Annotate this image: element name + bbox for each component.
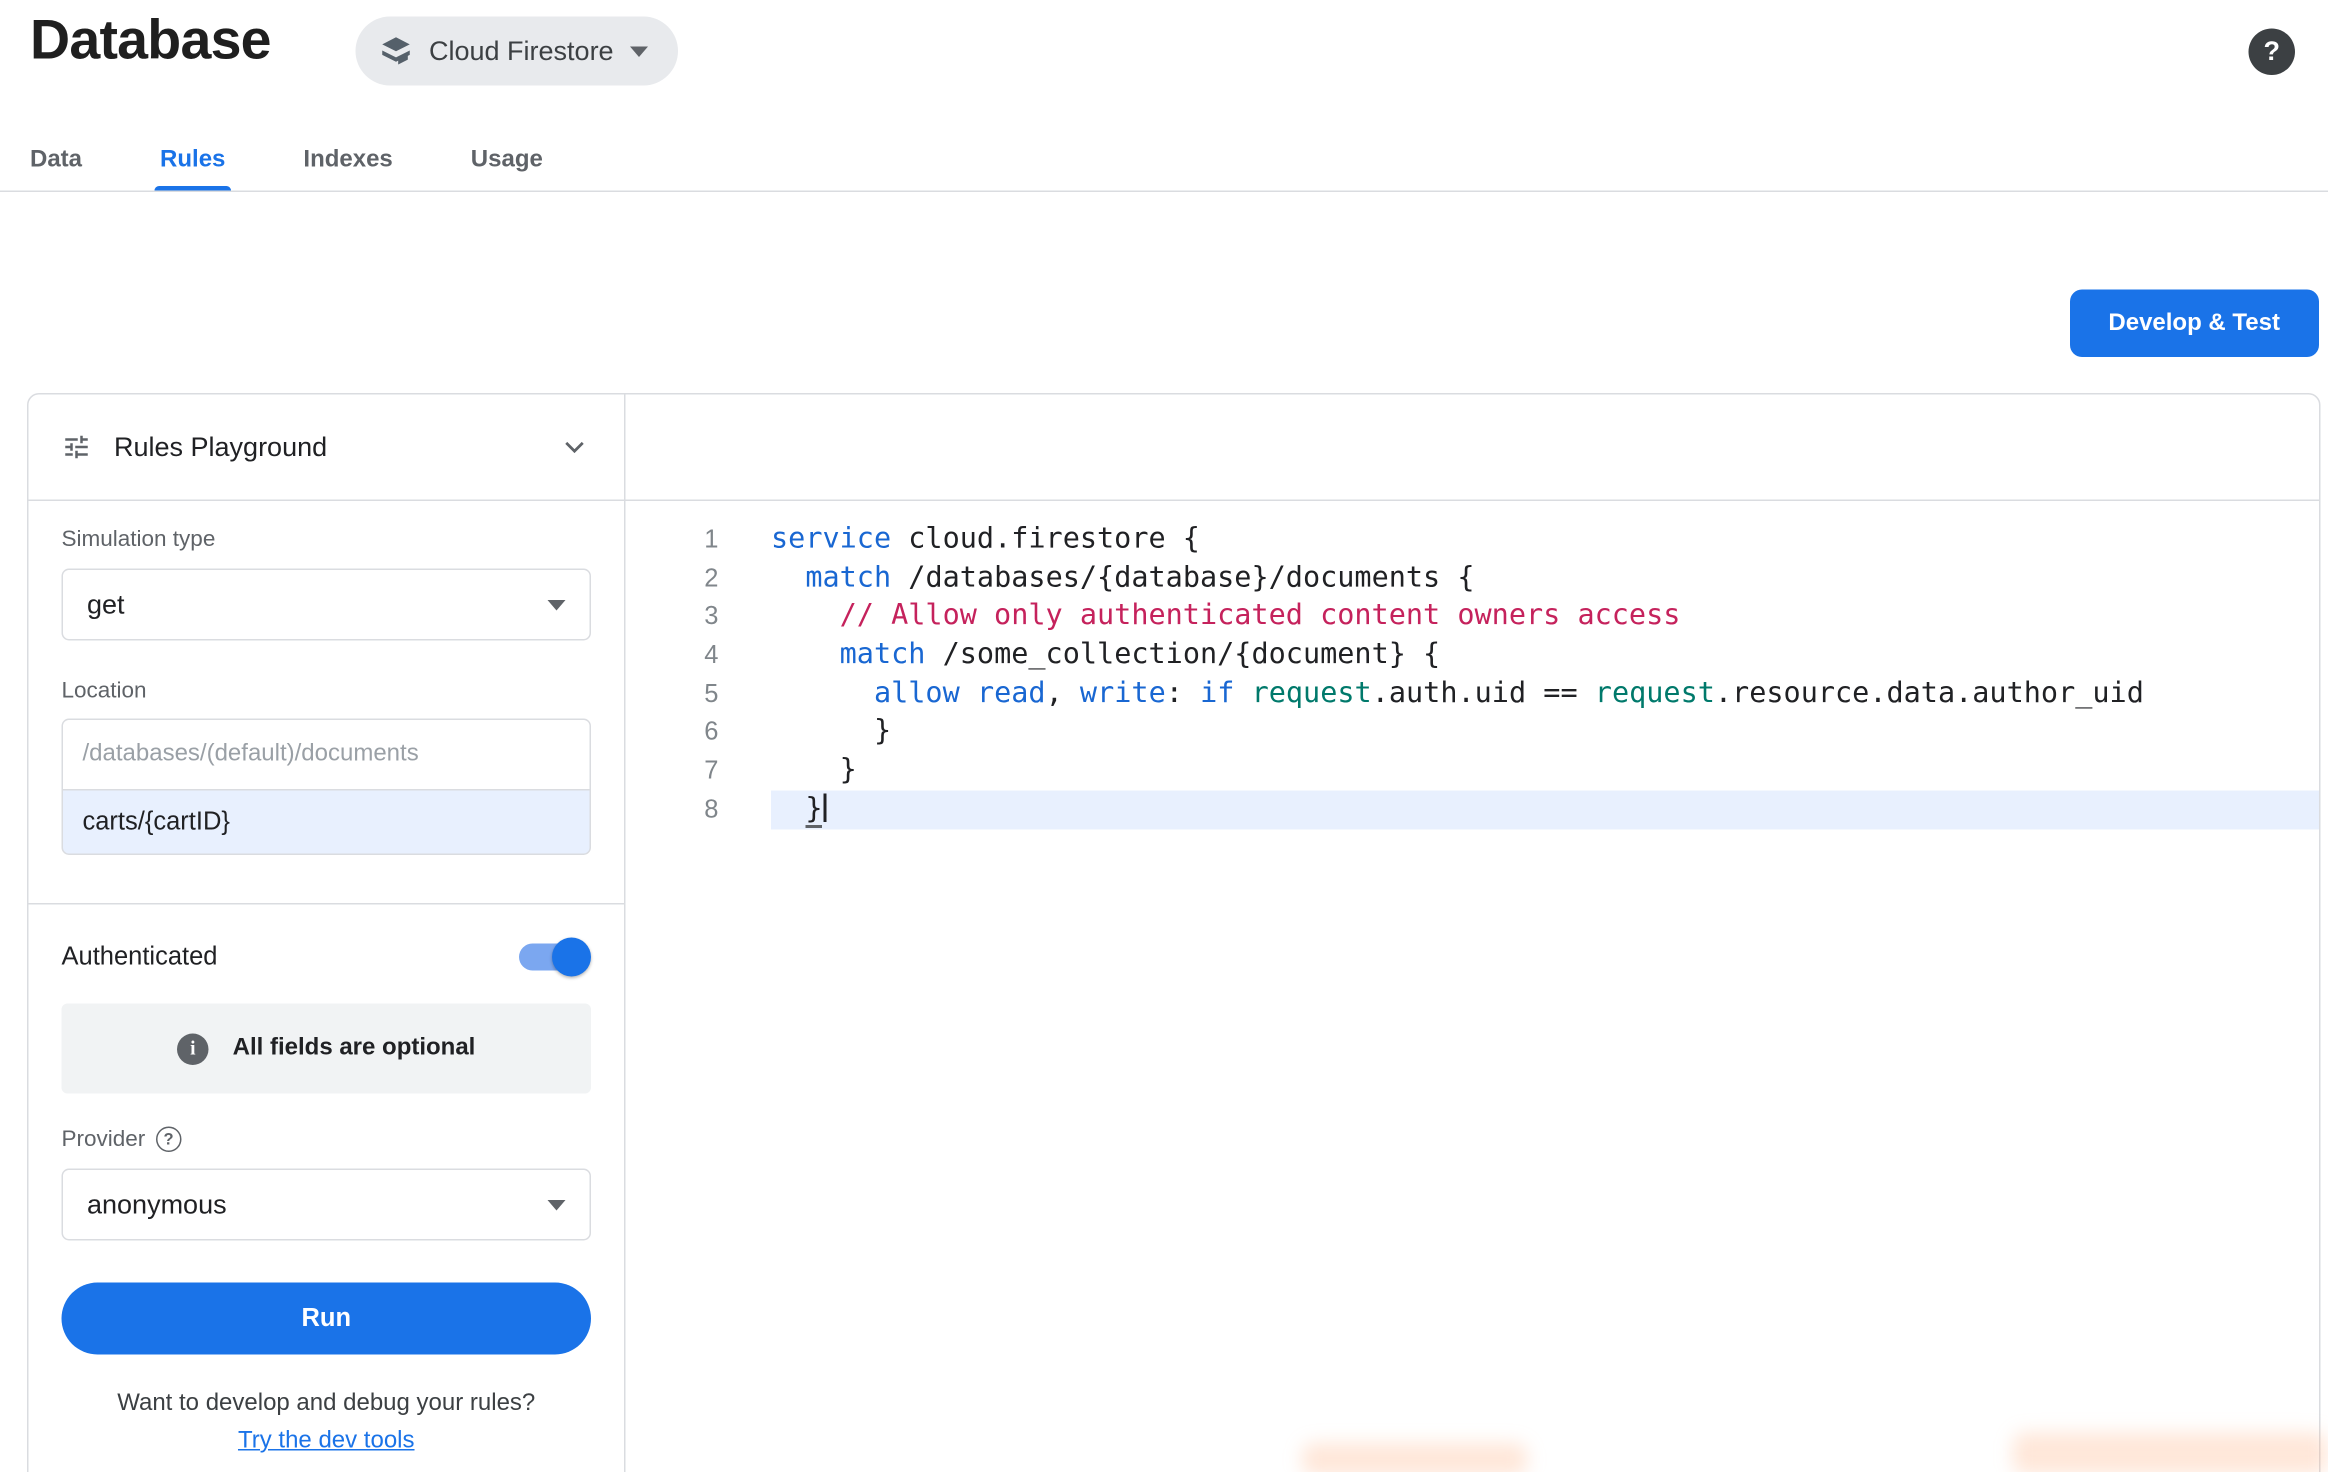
firestore-icon [380,35,413,68]
line-number: 6 [626,713,719,752]
location-field-group: carts/{cartID} [62,719,592,856]
page-title: Database [30,9,271,72]
provider-select[interactable]: anonymous [62,1169,592,1241]
section-divider [29,903,625,905]
provider-value: anonymous [87,1189,227,1221]
simulation-type-value: get [87,589,125,621]
location-input[interactable] [62,719,592,791]
line-number: 3 [626,598,719,637]
rules-playground-header[interactable]: Rules Playground [29,395,625,502]
simulation-type-label: Simulation type [62,527,592,553]
tab-indexes[interactable]: Indexes [297,129,398,191]
line-number: 4 [626,636,719,675]
code-line[interactable]: } [771,790,2319,829]
artifact-smudge [2013,1433,2328,1472]
authenticated-label: Authenticated [62,942,218,972]
code-line[interactable]: // Allow only authenticated content owne… [771,598,2319,637]
authenticated-toggle[interactable] [516,938,591,977]
collapse-chevron-icon [558,431,591,464]
line-number: 7 [626,752,719,791]
database-product-selector[interactable]: Cloud Firestore [356,17,679,86]
firestore-rules-page: Database Cloud Firestore ? Data Rules In… [0,0,2328,1472]
chevron-down-icon [630,46,648,57]
info-banner: i All fields are optional [62,1004,592,1094]
location-path-value[interactable]: carts/{cartID} [62,789,592,855]
line-number: 5 [626,675,719,714]
rules-playground-title: Rules Playground [114,431,536,463]
simulation-type-select[interactable]: get [62,569,592,641]
rules-panel: Rules Playground Simulation type get Loc… [27,393,2321,1472]
provider-help-icon[interactable]: ? [156,1127,182,1153]
toggle-knob [552,938,591,977]
editor-gutter: 12345678 [626,521,764,1472]
help-button[interactable]: ? [2249,29,2296,76]
dev-tools-prompt: Want to develop and debug your rules? [62,1391,592,1418]
info-banner-text: All fields are optional [233,1035,476,1062]
code-line[interactable]: allow read, write: if request.auth.uid =… [771,675,2319,714]
editor-code[interactable]: service cloud.firestore { match /databas… [764,521,2320,1472]
code-line[interactable]: } [771,713,2319,752]
question-icon: ? [2264,36,2281,68]
editor-body[interactable]: 12345678 service cloud.firestore { match… [626,501,2320,1472]
artifact-smudge [1302,1443,1527,1472]
code-line[interactable]: service cloud.firestore { [771,521,2319,560]
info-icon: i [177,1033,209,1065]
authenticated-row: Authenticated [62,938,592,977]
chevron-down-icon [548,599,566,610]
product-selector-label: Cloud Firestore [429,35,614,67]
tab-bar: Data Rules Indexes Usage [0,129,2328,192]
run-button[interactable]: Run [62,1283,592,1355]
tune-icon [62,432,92,462]
location-label: Location [62,678,592,704]
line-number: 1 [626,521,719,560]
dev-tools-link[interactable]: Try the dev tools [238,1428,415,1454]
provider-label-row: Provider ? [62,1127,592,1153]
rules-editor: 12345678 service cloud.firestore { match… [626,395,2320,1472]
provider-label: Provider [62,1127,146,1153]
develop-test-button[interactable]: Develop & Test [2069,290,2319,358]
chevron-down-icon [548,1199,566,1210]
text-cursor [824,793,827,822]
rules-playground-sidebar: Rules Playground Simulation type get Loc… [29,395,626,1472]
code-line[interactable]: match /some_collection/{document} { [771,636,2319,675]
code-line[interactable]: } [771,752,2319,791]
tab-data[interactable]: Data [24,129,88,191]
rules-playground-body: Simulation type get Location carts/{cart… [29,527,625,1456]
editor-toolbar [626,395,2320,502]
tab-rules[interactable]: Rules [154,129,231,191]
line-number: 8 [626,790,719,829]
tab-usage[interactable]: Usage [465,129,549,191]
code-line[interactable]: match /databases/{database}/documents { [771,559,2319,598]
line-number: 2 [626,559,719,598]
